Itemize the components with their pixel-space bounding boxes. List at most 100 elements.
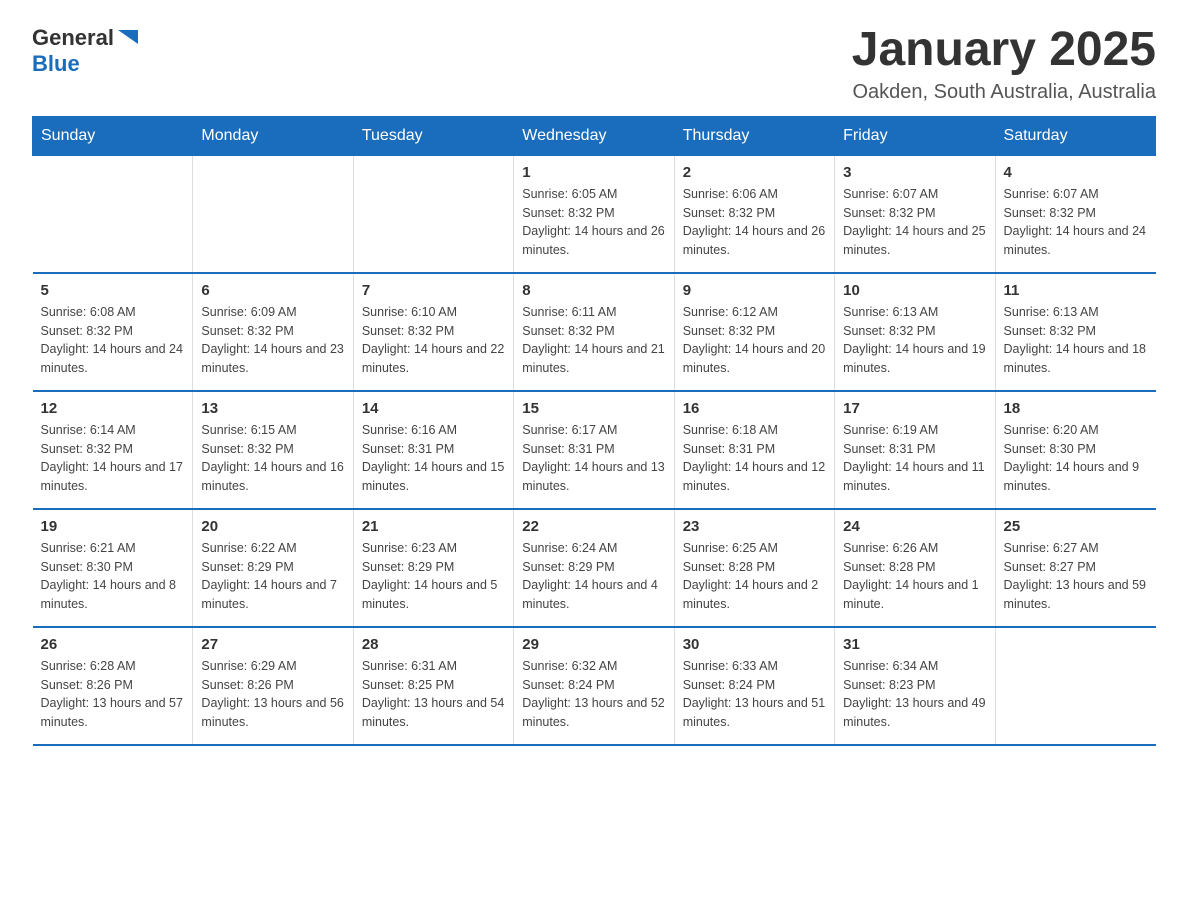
day-info: Sunrise: 6:09 AMSunset: 8:32 PMDaylight:… [201,303,344,378]
calendar-cell: 7 Sunrise: 6:10 AMSunset: 8:32 PMDaylight… [353,273,513,391]
day-info: Sunrise: 6:27 AMSunset: 8:27 PMDaylight:… [1004,539,1148,614]
day-info: Sunrise: 6:07 AMSunset: 8:32 PMDaylight:… [1004,185,1148,260]
day-info: Sunrise: 6:25 AMSunset: 8:28 PMDaylight:… [683,539,826,614]
day-info: Sunrise: 6:18 AMSunset: 8:31 PMDaylight:… [683,421,826,496]
day-info: Sunrise: 6:28 AMSunset: 8:26 PMDaylight:… [41,657,185,732]
calendar-cell: 11 Sunrise: 6:13 AMSunset: 8:32 PMDayligh… [995,273,1155,391]
day-number: 27 [201,636,344,653]
day-number: 24 [843,518,986,535]
calendar-cell [353,155,513,273]
day-info: Sunrise: 6:23 AMSunset: 8:29 PMDaylight:… [362,539,505,614]
day-number: 15 [522,400,665,417]
weekday-header-saturday: Saturday [995,116,1155,155]
calendar-cell [193,155,353,273]
day-number: 28 [362,636,505,653]
day-number: 19 [41,518,185,535]
calendar-cell: 8 Sunrise: 6:11 AMSunset: 8:32 PMDaylight… [514,273,674,391]
calendar-cell: 30 Sunrise: 6:33 AMSunset: 8:24 PMDayligh… [674,627,834,745]
week-row-5: 26 Sunrise: 6:28 AMSunset: 8:26 PMDayligh… [33,627,1156,745]
day-number: 10 [843,282,986,299]
day-info: Sunrise: 6:32 AMSunset: 8:24 PMDaylight:… [522,657,665,732]
day-info: Sunrise: 6:33 AMSunset: 8:24 PMDaylight:… [683,657,826,732]
page-header: General Blue January 2025 Oakden, South … [32,24,1156,104]
calendar-cell: 4Sunrise: 6:07 AMSunset: 8:32 PMDaylight… [995,155,1155,273]
day-info: Sunrise: 6:20 AMSunset: 8:30 PMDaylight:… [1004,421,1148,496]
day-info: Sunrise: 6:08 AMSunset: 8:32 PMDaylight:… [41,303,185,378]
calendar-cell: 20 Sunrise: 6:22 AMSunset: 8:29 PMDayligh… [193,509,353,627]
day-number: 6 [201,282,344,299]
week-row-1: 1 Sunrise: 6:05 AMSunset: 8:32 PMDaylight… [33,155,1156,273]
day-number: 17 [843,400,986,417]
day-info: Sunrise: 6:12 AMSunset: 8:32 PMDaylight:… [683,303,826,378]
weekday-header-wednesday: Wednesday [514,116,674,155]
logo: General Blue [32,24,144,76]
day-info: Sunrise: 6:22 AMSunset: 8:29 PMDaylight:… [201,539,344,614]
day-info: Sunrise: 6:10 AMSunset: 8:32 PMDaylight:… [362,303,505,378]
day-number: 7 [362,282,505,299]
day-number: 8 [522,282,665,299]
day-info: Sunrise: 6:34 AMSunset: 8:23 PMDaylight:… [843,657,986,732]
day-number: 31 [843,636,986,653]
calendar-cell: 24 Sunrise: 6:26 AMSunset: 8:28 PMDayligh… [835,509,995,627]
day-info: Sunrise: 6:05 AMSunset: 8:32 PMDaylight:… [522,185,665,260]
week-row-3: 12Sunrise: 6:14 AMSunset: 8:32 PMDayligh… [33,391,1156,509]
day-number: 22 [522,518,665,535]
day-info: Sunrise: 6:16 AMSunset: 8:31 PMDaylight:… [362,421,505,496]
day-number: 30 [683,636,826,653]
day-info: Sunrise: 6:15 AMSunset: 8:32 PMDaylight:… [201,421,344,496]
calendar-cell: 13 Sunrise: 6:15 AMSunset: 8:32 PMDayligh… [193,391,353,509]
day-number: 29 [522,636,665,653]
calendar-cell: 21 Sunrise: 6:23 AMSunset: 8:29 PMDayligh… [353,509,513,627]
day-info: Sunrise: 6:13 AMSunset: 8:32 PMDaylight:… [843,303,986,378]
day-number: 3 [843,164,986,181]
calendar-cell: 22 Sunrise: 6:24 AMSunset: 8:29 PMDayligh… [514,509,674,627]
calendar-cell: 2Sunrise: 6:06 AMSunset: 8:32 PMDaylight… [674,155,834,273]
day-number: 5 [41,282,185,299]
weekday-header-thursday: Thursday [674,116,834,155]
day-number: 2 [683,164,826,181]
calendar-cell: 25Sunrise: 6:27 AMSunset: 8:27 PMDayligh… [995,509,1155,627]
day-number: 18 [1004,400,1148,417]
day-number: 20 [201,518,344,535]
day-number: 16 [683,400,826,417]
calendar-cell: 6 Sunrise: 6:09 AMSunset: 8:32 PMDaylight… [193,273,353,391]
calendar-subtitle: Oakden, South Australia, Australia [852,81,1156,104]
calendar-cell: 1 Sunrise: 6:05 AMSunset: 8:32 PMDaylight… [514,155,674,273]
day-info: Sunrise: 6:07 AMSunset: 8:32 PMDaylight:… [843,185,986,260]
weekday-header-sunday: Sunday [33,116,193,155]
day-number: 13 [201,400,344,417]
calendar-cell: 26 Sunrise: 6:28 AMSunset: 8:26 PMDayligh… [33,627,193,745]
day-info: Sunrise: 6:31 AMSunset: 8:25 PMDaylight:… [362,657,505,732]
weekday-header-friday: Friday [835,116,995,155]
calendar-title: January 2025 [852,24,1156,77]
calendar-cell: 31 Sunrise: 6:34 AMSunset: 8:23 PMDayligh… [835,627,995,745]
weekday-header-row: SundayMondayTuesdayWednesdayThursdayFrid… [33,116,1156,155]
calendar-cell: 5 Sunrise: 6:08 AMSunset: 8:32 PMDaylight… [33,273,193,391]
calendar-cell: 23 Sunrise: 6:25 AMSunset: 8:28 PMDayligh… [674,509,834,627]
day-info: Sunrise: 6:11 AMSunset: 8:32 PMDaylight:… [522,303,665,378]
weekday-header-tuesday: Tuesday [353,116,513,155]
title-block: January 2025 Oakden, South Australia, Au… [852,24,1156,104]
day-number: 26 [41,636,185,653]
calendar-cell: 27 Sunrise: 6:29 AMSunset: 8:26 PMDayligh… [193,627,353,745]
calendar-cell: 9Sunrise: 6:12 AMSunset: 8:32 PMDaylight… [674,273,834,391]
day-number: 11 [1004,282,1148,299]
calendar-cell [33,155,193,273]
day-info: Sunrise: 6:24 AMSunset: 8:29 PMDaylight:… [522,539,665,614]
day-info: Sunrise: 6:26 AMSunset: 8:28 PMDaylight:… [843,539,986,614]
day-info: Sunrise: 6:19 AMSunset: 8:31 PMDaylight:… [843,421,986,496]
logo-triangle-icon [116,24,144,52]
day-number: 23 [683,518,826,535]
calendar-cell: 10 Sunrise: 6:13 AMSunset: 8:32 PMDayligh… [835,273,995,391]
calendar-cell: 3 Sunrise: 6:07 AMSunset: 8:32 PMDaylight… [835,155,995,273]
weekday-header-monday: Monday [193,116,353,155]
week-row-4: 19Sunrise: 6:21 AMSunset: 8:30 PMDayligh… [33,509,1156,627]
calendar-cell: 29 Sunrise: 6:32 AMSunset: 8:24 PMDayligh… [514,627,674,745]
day-info: Sunrise: 6:13 AMSunset: 8:32 PMDaylight:… [1004,303,1148,378]
day-number: 14 [362,400,505,417]
day-number: 1 [522,164,665,181]
day-info: Sunrise: 6:29 AMSunset: 8:26 PMDaylight:… [201,657,344,732]
calendar-cell: 19Sunrise: 6:21 AMSunset: 8:30 PMDayligh… [33,509,193,627]
calendar-cell: 18 Sunrise: 6:20 AMSunset: 8:30 PMDayligh… [995,391,1155,509]
day-number: 21 [362,518,505,535]
